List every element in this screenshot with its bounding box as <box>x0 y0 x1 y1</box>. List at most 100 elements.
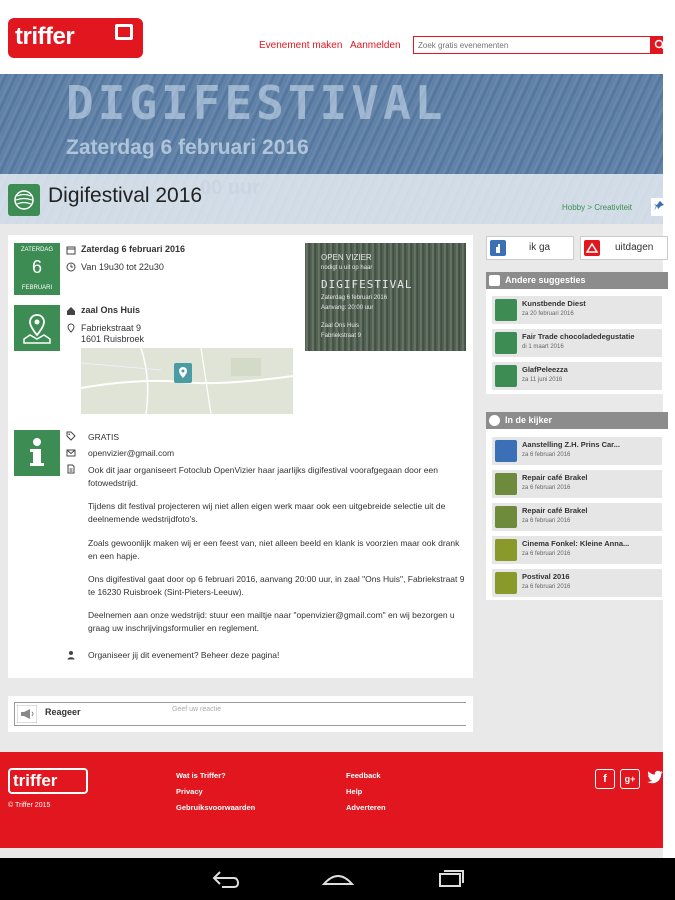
event-email[interactable]: openvizier@gmail.com <box>88 448 174 458</box>
globe-icon <box>495 365 517 387</box>
copyright: © Triffer 2015 <box>8 802 51 809</box>
suggestion-item[interactable]: Kunstbende Diest za 20 februari 2016 <box>492 296 662 324</box>
featured-item[interactable]: Repair café Brakel za 6 februari 2016 <box>492 470 662 498</box>
featured-item[interactable]: Aanstelling Z.H. Prins Car... za 6 febru… <box>492 437 662 465</box>
event-category-icon <box>8 184 40 216</box>
eye-icon <box>489 415 500 426</box>
info-badge <box>14 430 60 476</box>
site-header: triffer Evenement maken Aanmelden <box>0 0 669 74</box>
calendar-badge: ZATERDAG 6 FEBRUARI <box>14 243 60 295</box>
featured-date: za 6 februari 2016 <box>522 452 571 458</box>
logo-text: triffer <box>15 23 75 50</box>
featured-header: In de kijker <box>486 412 668 429</box>
banner-time: 00 uur <box>200 177 261 199</box>
tools-icon <box>495 473 517 495</box>
back-icon[interactable] <box>210 868 242 890</box>
poster-line: Fabriekstraat 9 <box>321 333 362 339</box>
calendar-weekday: ZATERDAG <box>20 247 54 253</box>
recent-apps-icon[interactable] <box>434 868 466 890</box>
event-details-card: ZATERDAG 6 FEBRUARI Zaterdag 6 februari … <box>8 235 473 678</box>
suggestion-name: Fair Trade chocoladedegustatie <box>522 332 635 341</box>
comment-input[interactable]: Geef uw reactie <box>167 703 466 725</box>
featured-date: za 6 februari 2016 <box>522 518 571 524</box>
suggestion-item[interactable]: Fair Trade chocoladedegustatie di 1 maar… <box>492 329 662 357</box>
featured-name: Repair café Brakel <box>522 506 588 515</box>
login-link[interactable]: Aanmelden <box>350 40 401 51</box>
suggestion-name: GlafPeleezza <box>522 365 568 374</box>
pin-icon <box>654 201 664 211</box>
suggestion-date: za 20 februari 2016 <box>522 311 574 317</box>
featured-title: In de kijker <box>505 415 553 425</box>
clock-icon <box>66 262 76 272</box>
venue-name[interactable]: zaal Ons Huis <box>81 305 140 315</box>
site-footer: triffer © Triffer 2015 Wat is Triffer? P… <box>0 752 663 848</box>
triffer-logo[interactable]: triffer <box>8 18 143 58</box>
footer-link-advertise[interactable]: Adverteren <box>346 803 386 812</box>
footer-link-privacy[interactable]: Privacy <box>176 787 203 796</box>
featured-name: Repair café Brakel <box>522 473 588 482</box>
poster-title: DIGIFESTIVAL <box>321 278 413 291</box>
event-date: Zaterdag 6 februari 2016 <box>81 244 186 254</box>
suggestion-date: di 1 maart 2016 <box>522 344 564 350</box>
suggestions-header: Andere suggesties <box>486 272 668 289</box>
home-icon[interactable] <box>322 868 354 890</box>
twitter-icon[interactable] <box>645 769 665 789</box>
google-plus-icon[interactable]: g+ <box>620 769 640 789</box>
map-marker-icon[interactable] <box>174 363 192 383</box>
map-pin-icon <box>23 314 51 344</box>
system-nav-bar <box>0 858 675 900</box>
breadcrumb[interactable]: Hobby > Creativiteit <box>562 203 632 212</box>
featured-date: za 6 februari 2016 <box>522 551 571 557</box>
poster-line: nodigt u uit op haar <box>321 265 373 271</box>
challenge-icon <box>584 240 600 256</box>
search-input[interactable] <box>413 36 651 54</box>
facebook-icon[interactable]: f <box>595 769 615 789</box>
music-icon <box>495 572 517 594</box>
event-price: GRATIS <box>88 432 120 442</box>
featured-item[interactable]: Repair café Brakel za 6 februari 2016 <box>492 503 662 531</box>
tools-icon <box>495 506 517 528</box>
speech-bubble-icon <box>115 24 133 40</box>
globe-icon <box>495 299 517 321</box>
description-paragraph: Tijdens dit festival projecteren wij nie… <box>88 501 446 524</box>
hand-icon <box>490 240 506 256</box>
address-street: Fabriekstraat 9 <box>81 323 142 333</box>
featured-item[interactable]: Postival 2016 za 6 februari 2016 <box>492 569 662 597</box>
featured-name: Aanstelling Z.H. Prins Car... <box>522 440 620 449</box>
create-event-link[interactable]: Evenement maken <box>259 40 342 51</box>
description-paragraph: Ons digifestival gaat door op 6 februari… <box>88 574 465 597</box>
film-icon <box>495 539 517 561</box>
suggestions-title: Andere suggesties <box>505 275 586 285</box>
globe-icon <box>495 332 517 354</box>
comment-label: Reageer <box>45 707 81 717</box>
footer-link-help[interactable]: Help <box>346 787 362 796</box>
event-time: Van 19u30 tot 22u30 <box>81 262 164 272</box>
banner-date: Zaterdag 6 februari 2016 <box>66 136 309 159</box>
challenge-button[interactable]: uitdagen <box>580 236 668 260</box>
featured-date: za 6 februari 2016 <box>522 485 571 491</box>
suggestion-item[interactable]: GlafPeleezza za 11 juni 2016 <box>492 362 662 390</box>
megaphone-icon <box>17 705 37 723</box>
footer-logo-text: triffer <box>13 771 58 790</box>
person-icon <box>67 651 75 660</box>
calendar-month: FEBRUARI <box>21 285 53 291</box>
home-icon <box>67 307 75 315</box>
footer-link-terms[interactable]: Gebruiksvoorwaarden <box>176 803 255 812</box>
comment-box: Reageer Geef uw reactie <box>8 696 473 732</box>
featured-name: Cinema Fonkel: Kleine Anna... <box>522 539 630 548</box>
description-paragraph: Ook dit jaar organiseert Fotoclub OpenVi… <box>88 465 438 488</box>
footer-logo[interactable]: triffer <box>8 768 88 794</box>
footer-link-about[interactable]: Wat is Triffer? <box>176 771 226 780</box>
footer-link-feedback[interactable]: Feedback <box>346 771 381 780</box>
email-icon <box>66 449 76 457</box>
suggestion-name: Kunstbende Diest <box>522 299 586 308</box>
calendar-icon <box>495 440 517 462</box>
event-poster[interactable]: OPEN VIZIER nodigt u uit op haar DIGIFES… <box>305 243 466 351</box>
location-map[interactable] <box>81 348 293 414</box>
going-button[interactable]: ik ga <box>486 236 574 260</box>
organizer-link[interactable]: Organiseer jij dit evenement? Beheer dez… <box>88 650 279 660</box>
poster-line: Zaal Ons Huis <box>321 323 360 329</box>
pin-button[interactable] <box>651 198 667 216</box>
calendar-day: 6 <box>15 257 59 278</box>
featured-item[interactable]: Cinema Fonkel: Kleine Anna... za 6 febru… <box>492 536 662 564</box>
